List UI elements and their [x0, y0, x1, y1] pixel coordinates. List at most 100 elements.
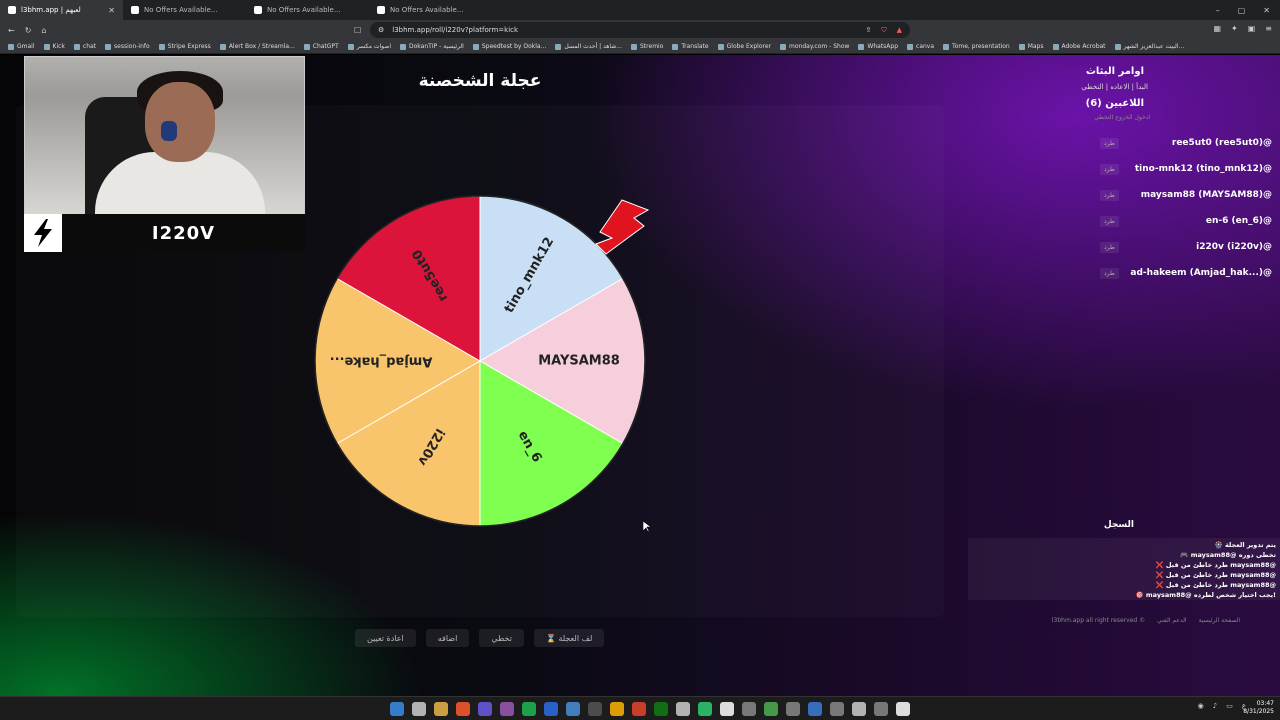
- bookmark-item[interactable]: Translate: [672, 43, 709, 50]
- rewards-icon[interactable]: ▲: [897, 26, 902, 35]
- home-icon[interactable]: ⌂: [41, 26, 46, 35]
- tab-offers-2[interactable]: No Offers Available...: [246, 0, 369, 20]
- bookmark-item[interactable]: Kick: [43, 43, 65, 50]
- app-icon[interactable]: [522, 702, 536, 716]
- bookmark-item[interactable]: Globe Explorer: [717, 43, 771, 50]
- bookmark-label: Maps: [1027, 43, 1044, 50]
- webcam-video: [24, 56, 305, 215]
- bookmark-favicon-icon: [219, 43, 226, 50]
- app-icon[interactable]: [698, 702, 712, 716]
- spin-button[interactable]: ⌛ لف العجلة: [533, 629, 605, 647]
- support-link[interactable]: الدعم الفني: [1157, 617, 1186, 624]
- bookmark-item[interactable]: monday.com - Show: [780, 43, 849, 50]
- app-icon[interactable]: [632, 702, 646, 716]
- share-icon[interactable]: ⇪: [865, 26, 871, 35]
- home-link[interactable]: الصفحة الرئيسية: [1199, 617, 1240, 624]
- kick-button[interactable]: طرد: [1100, 137, 1119, 149]
- bookmark-icon[interactable]: ☐: [354, 26, 361, 35]
- network-icon[interactable]: ◉: [1198, 702, 1204, 710]
- clock[interactable]: 03:47 8/31/2025: [1243, 700, 1274, 716]
- add-button[interactable]: اضافه: [425, 629, 470, 647]
- battery-icon[interactable]: ▭: [1226, 702, 1233, 710]
- bookmark-favicon-icon: [8, 43, 14, 50]
- close-tab-icon[interactable]: ✕: [108, 6, 115, 15]
- app-icon[interactable]: [830, 702, 844, 716]
- tab-offers-1[interactable]: No Offers Available...: [123, 0, 246, 20]
- app-icon[interactable]: [544, 702, 558, 716]
- app-icon[interactable]: [808, 702, 822, 716]
- volume-icon[interactable]: ♪: [1213, 702, 1217, 710]
- event-log: 🎡 يتم تدوير العجلة 🎮 maysam88@ تخطى دوره…: [968, 538, 1280, 600]
- kick-button[interactable]: طرد: [1100, 189, 1119, 201]
- log-line: ❌ طرد خاطئ من قبل maysam88@: [1155, 561, 1277, 569]
- close-window-icon[interactable]: ✕: [1263, 6, 1270, 15]
- minimize-icon[interactable]: –: [1216, 6, 1220, 15]
- app-icon[interactable]: [676, 702, 690, 716]
- bookmark-item[interactable]: Maps: [1018, 43, 1044, 50]
- bookmark-favicon-icon: [907, 43, 914, 50]
- bookmark-label: Stripe Express: [167, 43, 211, 50]
- bookmark-favicon-icon: [400, 43, 407, 50]
- bookmark-item[interactable]: session-info: [105, 43, 150, 50]
- bookmark-item[interactable]: Adobe Acrobat: [1052, 43, 1106, 50]
- bookmark-item[interactable]: chat: [73, 43, 96, 50]
- bookmark-item[interactable]: Gmail: [8, 43, 35, 50]
- bookmark-item[interactable]: البيت عبدالعزيز الشهر...: [1114, 43, 1184, 50]
- bookmark-label: Stremio: [640, 43, 664, 50]
- start-icon[interactable]: [390, 702, 404, 716]
- reset-button[interactable]: اعادة تعيين: [355, 629, 416, 647]
- tab-l3bhm[interactable]: l3bhm.app | لعبهم ✕: [0, 0, 123, 20]
- list-item: طرد tino-mnk12 (tino_mnk12)@: [1100, 156, 1272, 182]
- app-icon[interactable]: [610, 702, 624, 716]
- brave-browser-icon[interactable]: [456, 702, 470, 716]
- bookmark-item[interactable]: WhatsApp: [858, 43, 898, 50]
- kick-button[interactable]: طرد: [1100, 241, 1119, 253]
- file-explorer-icon[interactable]: [434, 702, 448, 716]
- app-icon[interactable]: [896, 702, 910, 716]
- bookmark-item[interactable]: canva: [907, 43, 934, 50]
- maximize-icon[interactable]: ▢: [1238, 6, 1246, 15]
- app-icon[interactable]: [742, 702, 756, 716]
- url-text: l3bhm.app/roll/i220v?platform=kick: [392, 26, 519, 34]
- kick-button[interactable]: طرد: [1100, 267, 1119, 279]
- address-bar[interactable]: ⚙ l3bhm.app/roll/i220v?platform=kick ⇪ ⛉ ▲: [370, 22, 910, 38]
- steam-icon[interactable]: [566, 702, 580, 716]
- extensions-icon[interactable]: ✦: [1231, 24, 1238, 33]
- wallet-icon[interactable]: ▣: [1248, 24, 1256, 33]
- bookmark-label: Translate: [681, 43, 709, 50]
- app-icon[interactable]: [478, 702, 492, 716]
- search-icon[interactable]: [412, 702, 426, 716]
- menu-icon[interactable]: ≡: [1265, 24, 1272, 33]
- skip-button[interactable]: تخطي: [479, 629, 524, 647]
- bookmark-item[interactable]: شاهد | أحدث المسل...: [555, 43, 622, 50]
- sidebar-icon[interactable]: ▦: [1213, 24, 1221, 33]
- streamer-nameplate: I220V: [24, 214, 305, 252]
- reload-icon[interactable]: ↻: [25, 26, 32, 35]
- bookmark-item[interactable]: Tome, presentation: [943, 43, 1010, 50]
- kick-button[interactable]: طرد: [1100, 215, 1119, 227]
- app-icon[interactable]: [720, 702, 734, 716]
- app-icon[interactable]: [786, 702, 800, 716]
- site-info-icon[interactable]: ⚙: [378, 26, 384, 34]
- favicon-icon: [131, 6, 139, 14]
- bookmark-item[interactable]: Alert Box / Streamla...: [219, 43, 295, 50]
- log-line: ❌ طرد خاطئ من قبل maysam88@: [1155, 571, 1277, 579]
- app-icon[interactable]: [500, 702, 514, 716]
- bookmark-item[interactable]: ChatGPT: [303, 43, 339, 50]
- join-links: ادخول الخروج التخطي: [1094, 114, 1150, 121]
- app-icon[interactable]: [852, 702, 866, 716]
- tab-offers-3[interactable]: No Offers Available...: [369, 0, 492, 20]
- kick-button[interactable]: طرد: [1100, 163, 1119, 175]
- bookmark-item[interactable]: Speedtest by Ookla...: [472, 43, 546, 50]
- bookmark-item[interactable]: Stremio: [631, 43, 663, 50]
- xbox-icon[interactable]: [654, 702, 668, 716]
- back-icon[interactable]: ←: [8, 26, 15, 35]
- app-icon[interactable]: [764, 702, 778, 716]
- bookmark-item[interactable]: اصوات مكسر: [347, 43, 391, 50]
- bookmark-item[interactable]: DokanTIP - الرئيسية: [400, 43, 464, 50]
- app-icon[interactable]: [588, 702, 602, 716]
- bookmark-favicon-icon: [1018, 43, 1025, 50]
- settings-icon[interactable]: [874, 702, 888, 716]
- brave-shield-icon[interactable]: ⛉: [881, 26, 886, 35]
- bookmark-item[interactable]: Stripe Express: [158, 43, 211, 50]
